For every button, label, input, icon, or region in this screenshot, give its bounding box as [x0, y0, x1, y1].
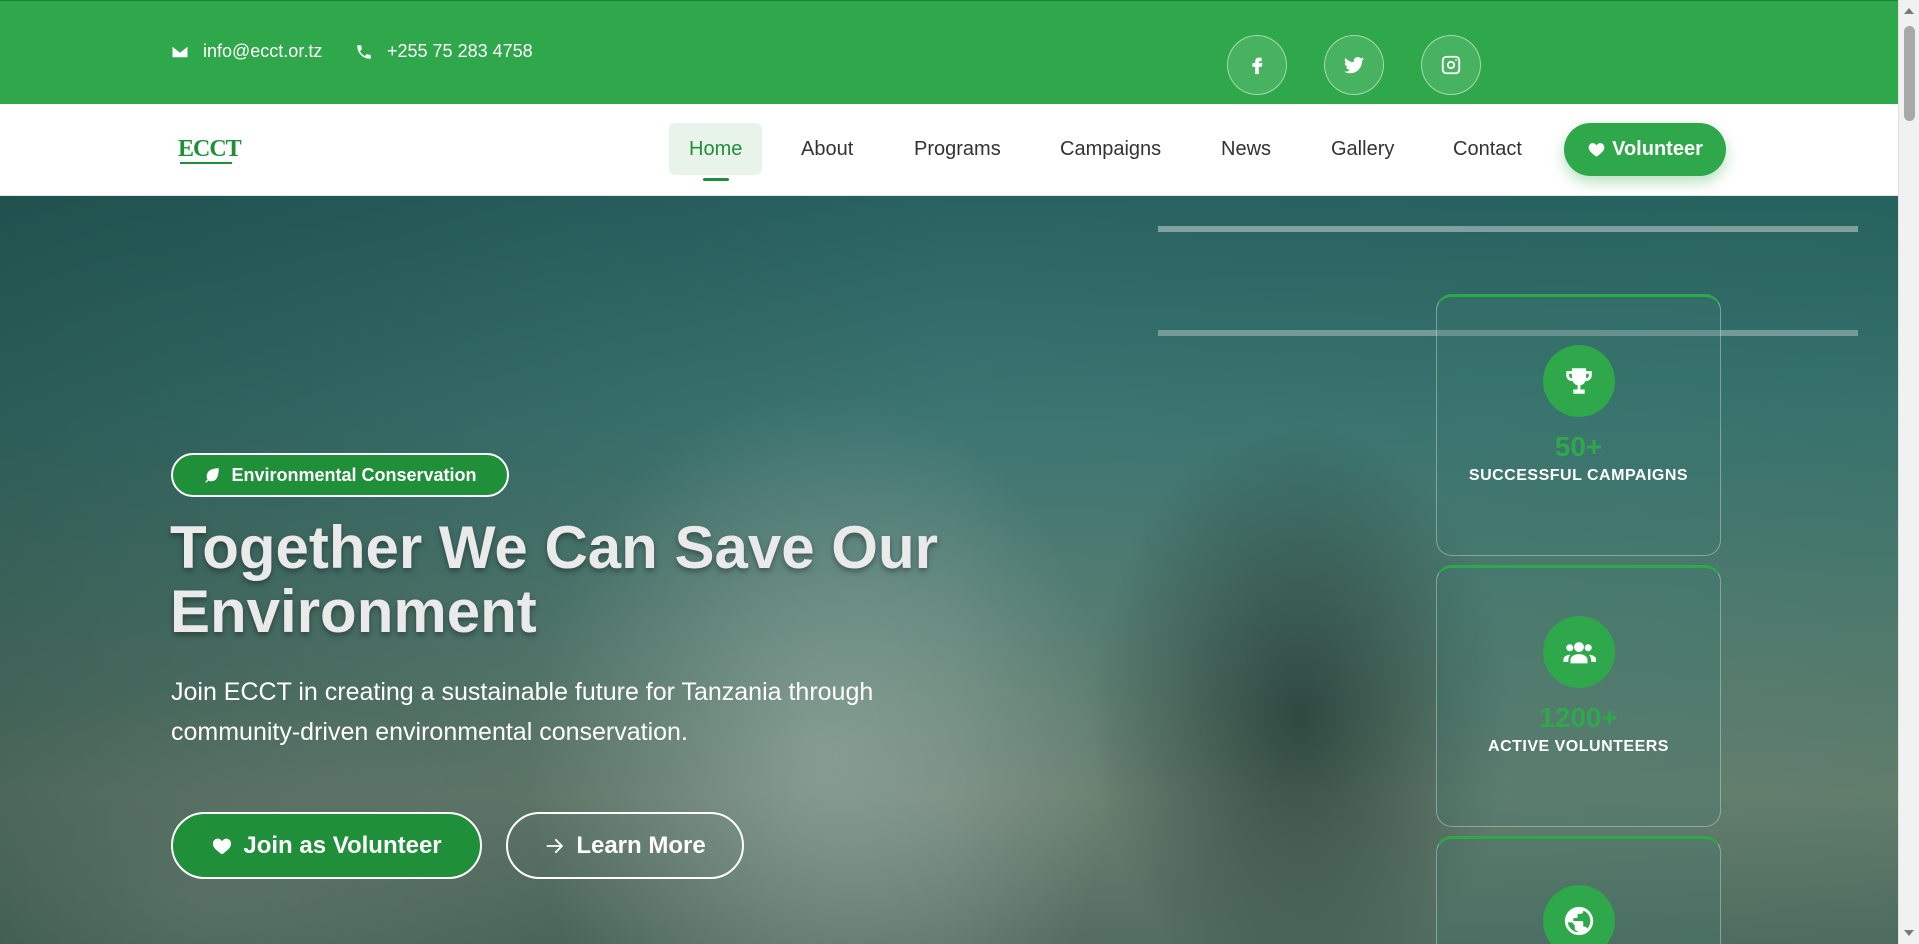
main-navbar: ECCT Home About Programs Campaigns News … [0, 104, 1898, 196]
trophy-icon [1565, 368, 1592, 394]
logo-underline [180, 162, 232, 164]
hero-section: Environmental Conservation Together We C… [0, 196, 1898, 944]
twitter-icon [1343, 57, 1365, 74]
volunteer-button[interactable]: Volunteer [1564, 123, 1726, 176]
nav-contact[interactable]: Contact [1433, 123, 1542, 175]
heart-icon [213, 838, 232, 854]
scroll-thumb[interactable] [1904, 26, 1915, 121]
join-volunteer-label: Join as Volunteer [243, 831, 442, 859]
nav-about[interactable]: About [781, 123, 873, 175]
heart-icon [1588, 143, 1605, 157]
stat-icon-container [1542, 616, 1615, 688]
join-volunteer-button[interactable]: Join as Volunteer [171, 812, 482, 879]
instagram-link[interactable] [1421, 35, 1481, 95]
stat-icon-container [1542, 885, 1615, 944]
leaf-icon [205, 468, 220, 483]
category-badge: Environmental Conservation [171, 453, 509, 497]
stat-card-global [1436, 836, 1721, 944]
learn-more-button[interactable]: Learn More [506, 812, 744, 879]
nav-news[interactable]: News [1201, 123, 1291, 175]
stat-card-volunteers: 1200+ ACTIVE VOLUNTEERS [1436, 565, 1721, 827]
nav-campaigns[interactable]: Campaigns [1040, 123, 1181, 175]
globe-icon [1564, 906, 1593, 936]
nav-gallery[interactable]: Gallery [1311, 123, 1414, 175]
hero-headline: Together We Can Save Our Environment [170, 514, 938, 645]
stat-value: 50+ [1554, 431, 1603, 462]
facebook-icon [1252, 57, 1263, 75]
badge-label: Environmental Conservation [231, 464, 477, 485]
volunteer-button-label: Volunteer [1612, 138, 1703, 160]
learn-more-label: Learn More [576, 831, 706, 859]
envelope-icon [172, 46, 188, 57]
stat-label: ACTIVE VOLUNTEERS [1488, 738, 1669, 755]
stat-card-campaigns: 50+ SUCCESSFUL CAMPAIGNS [1436, 294, 1721, 556]
stat-icon-container [1542, 345, 1615, 417]
nav-home[interactable]: Home [669, 123, 763, 175]
scroll-down-arrow[interactable] [1904, 930, 1914, 936]
facebook-link[interactable] [1227, 35, 1287, 95]
instagram-icon [1441, 55, 1461, 75]
arrow-right-icon [547, 838, 564, 853]
page-scrollbar[interactable] [1898, 0, 1919, 944]
email-contact[interactable]: info@ecct.or.tz [171, 41, 322, 62]
email-text: info@ecct.or.tz [203, 41, 323, 61]
hero-subtext: Join ECCT in creating a sustainable futu… [171, 678, 874, 746]
stat-label: SUCCESSFUL CAMPAIGNS [1468, 467, 1689, 484]
nav-programs[interactable]: Programs [894, 123, 1021, 175]
stat-value: 1200+ [1539, 702, 1618, 733]
twitter-link[interactable] [1324, 35, 1384, 95]
site-logo[interactable]: ECCT [178, 136, 242, 163]
phone-icon [357, 44, 371, 59]
phone-contact[interactable]: +255 75 283 4758 [355, 41, 533, 62]
scroll-up-arrow[interactable] [1904, 8, 1914, 14]
top-bar: info@ecct.or.tz +255 75 283 4758 [0, 0, 1898, 104]
phone-text: +255 75 283 4758 [387, 41, 533, 61]
users-icon [1562, 642, 1596, 664]
